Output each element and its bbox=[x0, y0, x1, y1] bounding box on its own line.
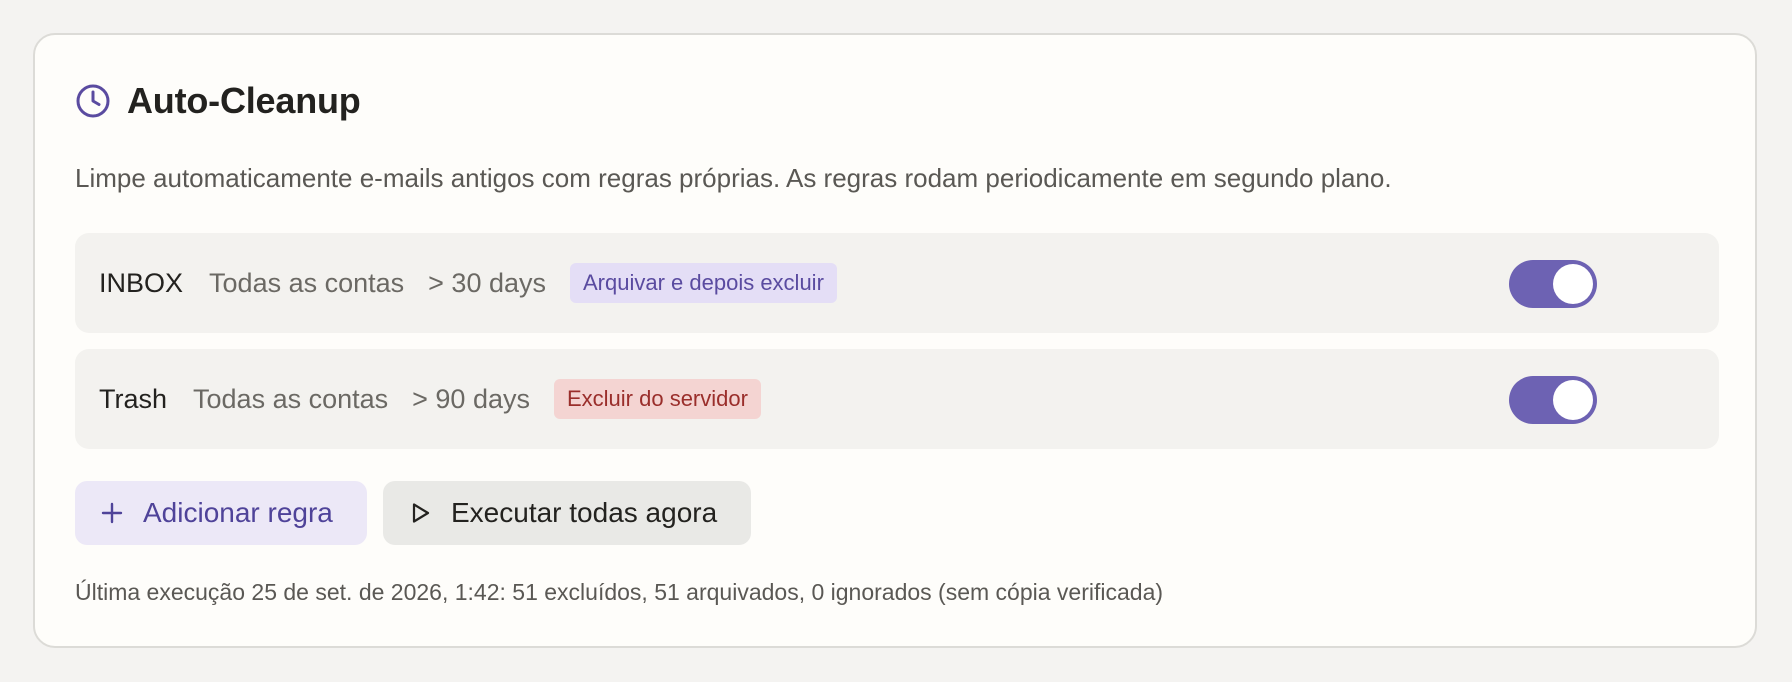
card-description: Limpe automaticamente e-mails antigos co… bbox=[75, 163, 1392, 193]
rule-action-badge: Excluir do servidor bbox=[553, 379, 761, 419]
rule-scope: Todas as contas bbox=[209, 267, 405, 298]
rule-age: > 90 days bbox=[412, 383, 530, 414]
rule-row-trash[interactable]: Trash Todas as contas > 90 days Excluir … bbox=[75, 349, 1719, 449]
rule-enabled-toggle[interactable] bbox=[1509, 376, 1597, 424]
card-header: Auto-Cleanup bbox=[75, 79, 361, 123]
rule-age: > 30 days bbox=[428, 267, 546, 298]
play-icon bbox=[407, 500, 433, 526]
rule-folder: INBOX bbox=[99, 267, 184, 298]
plus-icon bbox=[99, 500, 125, 526]
auto-cleanup-card: Auto-Cleanup Limpe automaticamente e-mai… bbox=[33, 33, 1757, 648]
run-all-now-button[interactable]: Executar todas agora bbox=[383, 481, 751, 545]
toggle-knob bbox=[1553, 380, 1593, 420]
card-title: Auto-Cleanup bbox=[127, 80, 361, 121]
clock-icon bbox=[75, 83, 111, 119]
rule-row-inbox[interactable]: INBOX Todas as contas > 30 days Arquivar… bbox=[75, 233, 1719, 333]
run-all-now-label: Executar todas agora bbox=[451, 497, 718, 528]
toggle-knob bbox=[1553, 264, 1593, 304]
add-rule-label: Adicionar regra bbox=[143, 497, 333, 528]
rule-enabled-toggle[interactable] bbox=[1509, 260, 1597, 308]
rule-scope: Todas as contas bbox=[193, 383, 389, 414]
add-rule-button[interactable]: Adicionar regra bbox=[75, 481, 367, 545]
last-run-status: Última execução 25 de set. de 2026, 1:42… bbox=[75, 579, 1164, 605]
rule-action-badge: Arquivar e depois excluir bbox=[570, 263, 837, 303]
rule-folder: Trash bbox=[99, 383, 168, 414]
